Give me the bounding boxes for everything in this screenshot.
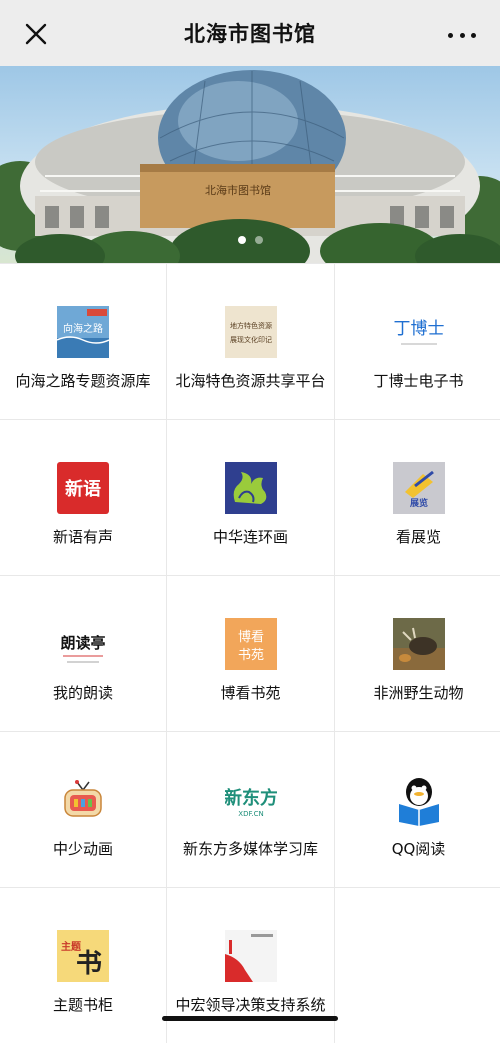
grid-item-label: 新东方多媒体学习库 <box>182 840 318 858</box>
exhibition-icon: 展览 <box>392 462 445 514</box>
library-building-image: 北海市图书馆 <box>0 70 500 263</box>
grid-item-label: 非洲野生动物 <box>373 684 464 702</box>
grid-item-exhibition[interactable]: 展览 看展览 <box>335 420 500 575</box>
exhibition-icon-text: 展览 <box>409 497 427 509</box>
svg-text:地方特色资源: 地方特色资源 <box>230 321 272 330</box>
svg-text:展现文化印记: 展现文化印记 <box>230 335 272 344</box>
qq-reading-icon <box>393 774 445 826</box>
grid-item-label: 博看书苑 <box>220 684 281 702</box>
dr-ding-icon-text: 丁博士 <box>393 319 444 339</box>
carousel-dots[interactable] <box>0 236 500 244</box>
close-icon[interactable] <box>22 20 50 48</box>
grid-item-dr-ding[interactable]: 丁博士 丁博士电子书 <box>335 264 500 419</box>
sea-road-icon: 向海之路 <box>57 306 109 358</box>
building-sign-text: 北海市图书馆 <box>205 183 271 197</box>
nav-bar: 北海市图书馆 <box>0 0 500 66</box>
grid-item-bookan[interactable]: 博看 书苑 博看书苑 <box>167 576 334 731</box>
grid-item-qq-reading[interactable]: QQ阅读 <box>335 732 500 887</box>
grid-item-label: QQ阅读 <box>391 840 446 858</box>
grid-item-label: 北海特色资源共享平台 <box>175 372 326 390</box>
grid-item-label: 看展览 <box>395 528 441 546</box>
home-indicator[interactable] <box>162 1016 338 1021</box>
grid-empty-cell <box>335 888 500 1043</box>
grid-item-local-resources[interactable]: 地方特色资源 展现文化印记 北海特色资源共享平台 <box>167 264 334 419</box>
wildlife-icon <box>392 618 445 670</box>
grid-item-label: 我的朗读 <box>52 684 113 702</box>
banner-carousel[interactable]: 北海市图书馆 <box>0 66 500 263</box>
reading-icon-text: 朗读亭 <box>60 634 105 652</box>
grid-item-label: 主题书柜 <box>52 996 113 1014</box>
svg-text:XDF.CN: XDF.CN <box>238 810 263 818</box>
svg-text:书苑: 书苑 <box>237 648 263 663</box>
grid-item-xdf[interactable]: 新东方 XDF.CN 新东方多媒体学习库 <box>167 732 334 887</box>
page-title: 北海市图书馆 <box>184 22 316 46</box>
svg-text:博看: 博看 <box>237 629 263 645</box>
grid-item-label: 中少动画 <box>52 840 113 858</box>
reading-icon: 朗读亭 <box>57 618 109 670</box>
sea-road-icon-text: 向海之路 <box>63 322 103 335</box>
comic-icon <box>224 462 277 514</box>
decision-system-icon <box>224 930 277 982</box>
theme-bookcase-icon: 主题 书 <box>57 930 109 982</box>
grid-item-label: 中宏领导决策支持系统 <box>175 996 326 1014</box>
svg-text:新东方: 新东方 <box>225 787 277 809</box>
grid-item-sea-road[interactable]: 向海之路 向海之路专题资源库 <box>0 264 166 419</box>
xdf-icon: 新东方 XDF.CN <box>225 774 277 826</box>
local-resources-icon: 地方特色资源 展现文化印记 <box>224 306 277 358</box>
tv-animation-icon <box>57 774 109 826</box>
bookan-icon: 博看 书苑 <box>224 618 277 670</box>
carousel-dot[interactable] <box>254 236 263 244</box>
grid-item-theme-bookcase[interactable]: 主题 书 主题书柜 <box>0 888 166 1043</box>
grid-item-label: 向海之路专题资源库 <box>15 372 151 390</box>
grid-item-tv-animation[interactable]: 中少动画 <box>0 732 166 887</box>
grid-item-reading[interactable]: 朗读亭 我的朗读 <box>0 576 166 731</box>
carousel-dot[interactable] <box>237 236 246 244</box>
grid-item-label: 新语有声 <box>52 528 113 546</box>
dr-ding-icon: 丁博士 <box>393 306 445 358</box>
resource-grid: 向海之路 向海之路专题资源库 地方特色资源 展现文化印记 北海特色资源共享平台 … <box>0 263 500 1043</box>
more-icon[interactable] <box>448 24 476 46</box>
grid-item-xinyu[interactable]: 新语 新语有声 <box>0 420 166 575</box>
xinyu-icon: 新语 <box>57 462 109 514</box>
grid-item-label: 中华连环画 <box>212 528 288 546</box>
grid-item-wildlife[interactable]: 非洲野生动物 <box>335 576 500 731</box>
xinyu-icon-text: 新语 <box>65 478 101 500</box>
svg-text:书: 书 <box>76 949 102 979</box>
grid-item-comic[interactable]: 中华连环画 <box>167 420 334 575</box>
grid-item-label: 丁博士电子书 <box>373 372 464 390</box>
